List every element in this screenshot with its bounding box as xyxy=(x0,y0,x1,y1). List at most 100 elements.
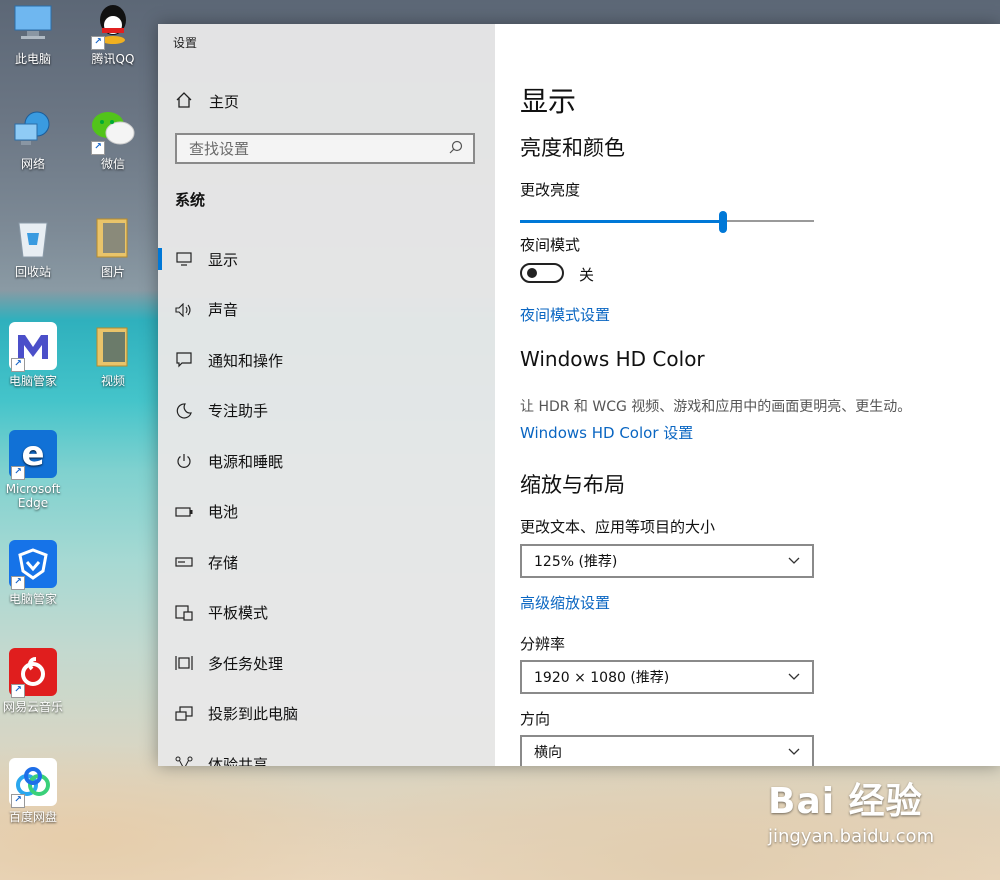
pc-manager-icon: ↗ xyxy=(9,322,57,372)
shortcut-arrow-icon: ↗ xyxy=(11,684,25,698)
night-mode-toggle[interactable] xyxy=(520,263,564,283)
speaker-icon xyxy=(175,301,193,319)
settings-window: 设置 主页 查找设置 系统 显示 声音 通知和操作 专注助手 电源和睡眠 电池 … xyxy=(158,24,1000,766)
desktop-icon-label: 此电脑 xyxy=(14,52,51,66)
desktop-icon-label: 百度网盘 xyxy=(8,810,57,824)
desktop-icon-this-pc[interactable]: 此电脑 xyxy=(0,0,71,66)
storage-icon xyxy=(175,553,193,571)
page-title: 显示 xyxy=(520,85,577,118)
night-mode-state: 关 xyxy=(579,266,595,284)
slider-thumb[interactable] xyxy=(719,211,727,233)
nav-label: 电源和睡眠 xyxy=(208,452,284,471)
search-placeholder: 查找设置 xyxy=(189,140,250,158)
chevron-down-icon xyxy=(788,744,800,760)
search-icon[interactable] xyxy=(449,140,463,158)
nav-label: 通知和操作 xyxy=(208,351,284,370)
shortcut-arrow-icon: ↗ xyxy=(11,466,25,480)
desktop-icon-label: 网易云音乐 xyxy=(2,700,63,714)
nav-item-tablet-mode[interactable]: 平板模式 xyxy=(158,588,495,639)
brightness-heading: 亮度和颜色 xyxy=(520,136,625,160)
folder-icon xyxy=(89,322,137,370)
nav-item-project[interactable]: 投影到此电脑 xyxy=(158,689,495,740)
tablet-icon xyxy=(175,604,193,622)
project-icon xyxy=(175,705,193,723)
nav-item-multitasking[interactable]: 多任务处理 xyxy=(158,638,495,689)
orientation-value: 横向 xyxy=(534,745,562,761)
nav-label: 多任务处理 xyxy=(208,654,284,673)
resolution-label: 分辨率 xyxy=(520,635,566,653)
chevron-down-icon xyxy=(788,553,800,569)
watermark-url: jingyan.baidu.com xyxy=(768,826,935,847)
recycle-bin-icon xyxy=(9,213,57,261)
folder-icon xyxy=(89,213,137,261)
desktop-icon-label: 腾讯QQ xyxy=(91,52,135,66)
shortcut-arrow-icon: ↗ xyxy=(11,794,25,808)
desktop-icon-label: Microsoft Edge xyxy=(5,482,61,510)
hd-color-settings-link[interactable]: Windows HD Color 设置 xyxy=(520,422,693,443)
scale-dropdown[interactable]: 125% (推荐) xyxy=(520,544,814,578)
desktop-icon-pictures[interactable]: 图片 xyxy=(75,213,151,279)
settings-content: 显示 亮度和颜色 更改亮度 夜间模式 关 夜间模式设置 Windows HD C… xyxy=(495,24,1000,766)
desktop-icon-label: 电脑管家 xyxy=(8,374,57,388)
desktop-icon-security[interactable]: ↗ 电脑管家 xyxy=(0,540,71,606)
watermark-brand: Bai 经验 xyxy=(768,781,923,822)
nav-item-display[interactable]: 显示 xyxy=(158,234,495,285)
night-mode-label: 夜间模式 xyxy=(520,236,581,254)
nav-item-shared-experiences[interactable]: 体验共享 xyxy=(158,739,495,766)
nav-item-storage[interactable]: 存储 xyxy=(158,537,495,588)
advanced-scaling-link[interactable]: 高级缩放设置 xyxy=(520,592,610,613)
nav-label: 存储 xyxy=(208,553,239,572)
battery-icon xyxy=(175,503,193,521)
orientation-dropdown[interactable]: 横向 xyxy=(520,735,814,766)
desktop-icon-recycle-bin[interactable]: 回收站 xyxy=(0,213,71,279)
desktop-icon-pc-manager[interactable]: ↗ 电脑管家 xyxy=(0,322,71,388)
resolution-dropdown[interactable]: 1920 × 1080 (推荐) xyxy=(520,660,814,694)
qq-icon: ↗ xyxy=(89,0,137,50)
slider-fill xyxy=(520,220,723,223)
nav-label: 电池 xyxy=(208,503,239,522)
settings-sidebar: 设置 主页 查找设置 系统 显示 声音 通知和操作 专注助手 电源和睡眠 电池 … xyxy=(158,24,495,766)
multitask-icon xyxy=(175,654,193,672)
baidu-jingyan-watermark: Bai 经验 jingyan.baidu.com xyxy=(768,772,934,847)
brightness-label: 更改亮度 xyxy=(520,181,581,199)
nav-label: 投影到此电脑 xyxy=(208,705,299,724)
desktop-icon-qq[interactable]: ↗ 腾讯QQ xyxy=(75,0,151,66)
nav-item-sound[interactable]: 声音 xyxy=(158,285,495,336)
home-label: 主页 xyxy=(209,92,240,111)
slider-track xyxy=(723,220,814,222)
desktop-icon-network[interactable]: 网络 xyxy=(0,105,71,171)
baidu-netdisk-icon: ↗ xyxy=(9,758,57,808)
share-icon xyxy=(175,755,193,766)
hd-color-heading: Windows HD Color xyxy=(520,347,705,371)
desktop-icon-wechat[interactable]: ↗ 微信 xyxy=(75,105,151,171)
chevron-down-icon xyxy=(788,669,800,685)
shortcut-arrow-icon: ↗ xyxy=(91,36,105,50)
resolution-value: 1920 × 1080 (推荐) xyxy=(534,670,670,686)
shortcut-arrow-icon: ↗ xyxy=(11,576,25,590)
search-input[interactable]: 查找设置 xyxy=(175,133,475,164)
home-link[interactable]: 主页 xyxy=(175,90,239,112)
moon-icon xyxy=(175,402,193,420)
desktop-icon-videos[interactable]: 视频 xyxy=(75,322,151,388)
nav-item-battery[interactable]: 电池 xyxy=(158,487,495,538)
desktop-icon-label: 回收站 xyxy=(14,265,51,279)
wechat-icon: ↗ xyxy=(89,105,137,155)
desktop-icon-baidu-netdisk[interactable]: ↗ 百度网盘 xyxy=(0,758,71,824)
nav-label: 专注助手 xyxy=(208,402,269,421)
computer-icon xyxy=(9,0,57,48)
shortcut-arrow-icon: ↗ xyxy=(91,141,105,155)
brightness-slider[interactable] xyxy=(520,211,814,233)
nav-item-notifications[interactable]: 通知和操作 xyxy=(158,335,495,386)
shield-icon: ↗ xyxy=(9,540,57,590)
desktop-icon-edge[interactable]: e ↗ Microsoft Edge xyxy=(0,430,71,510)
desktop-icon-netease-music[interactable]: ↗ 网易云音乐 xyxy=(0,648,71,714)
desktop-icon-label: 图片 xyxy=(100,265,125,279)
shortcut-arrow-icon: ↗ xyxy=(11,358,25,372)
scale-label: 更改文本、应用等项目的大小 xyxy=(520,518,716,536)
scale-value: 125% (推荐) xyxy=(534,554,618,570)
nav-label: 平板模式 xyxy=(208,604,269,623)
nav-item-focus-assist[interactable]: 专注助手 xyxy=(158,386,495,437)
night-mode-settings-link[interactable]: 夜间模式设置 xyxy=(520,304,610,325)
message-icon xyxy=(175,351,193,369)
nav-item-power-sleep[interactable]: 电源和睡眠 xyxy=(158,436,495,487)
